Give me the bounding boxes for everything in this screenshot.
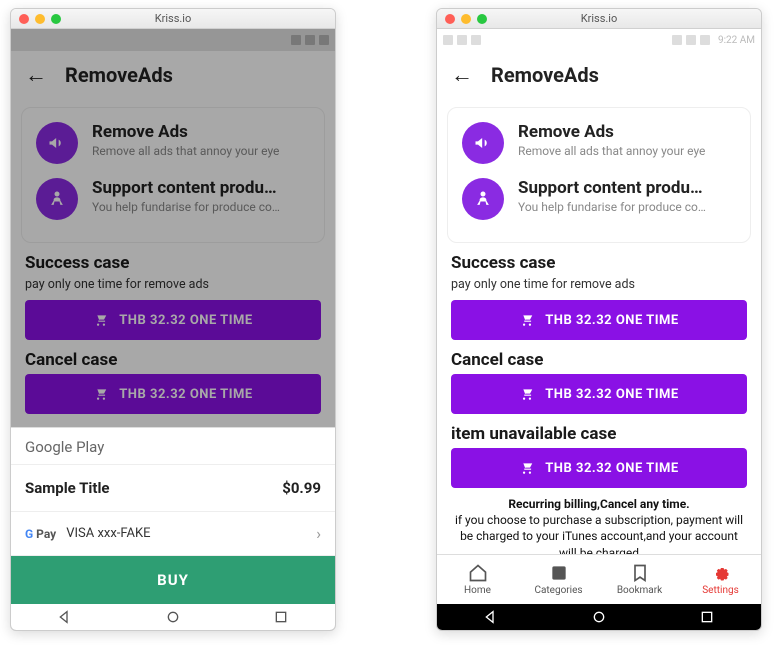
mac-titlebar: Kriss.io	[437, 9, 761, 29]
tab-categories[interactable]: Categories	[518, 555, 599, 604]
cart-icon	[519, 461, 535, 475]
android-home-icon[interactable]	[591, 609, 607, 625]
notification-icon	[457, 35, 467, 45]
purchase-button[interactable]: THB 32.32 ONE TIME	[451, 448, 747, 488]
notification-icon	[471, 35, 481, 45]
back-icon[interactable]: ←	[451, 62, 473, 88]
feature-title: Remove Ads	[518, 122, 705, 142]
mac-titlebar: Kriss.io	[11, 9, 335, 29]
phone-left: Kriss.io ← RemoveAds Remove Ads Remove a…	[10, 8, 336, 631]
appbar: ← RemoveAds	[437, 51, 761, 99]
android-statusbar: 9:22 AM	[437, 29, 761, 51]
notification-icon	[443, 35, 453, 45]
section-sub: pay only one time for remove ads	[451, 277, 747, 292]
tab-label: Settings	[702, 585, 739, 596]
bookmark-icon	[630, 563, 650, 583]
purchase-button[interactable]: THB 32.32 ONE TIME	[451, 300, 747, 340]
android-back-icon[interactable]	[57, 609, 73, 625]
android-recents-icon[interactable]	[699, 609, 715, 625]
android-navbar	[11, 604, 335, 630]
status-time: 9:22 AM	[718, 35, 755, 46]
section-cancel: Cancel case THB 32.32 ONE TIME	[437, 350, 761, 414]
android-home-icon[interactable]	[165, 609, 181, 625]
feature-sub: Remove all ads that annoy your eye	[518, 144, 705, 158]
battery-icon	[700, 35, 710, 45]
section-heading: Cancel case	[451, 350, 747, 370]
sheet-item-row: Sample Title $0.99	[11, 465, 335, 512]
chevron-right-icon: ›	[316, 524, 321, 543]
sheet-header: Google Play	[11, 428, 335, 465]
signal-icon	[686, 35, 696, 45]
payment-method-label: VISA xxx-FAKE	[66, 526, 150, 541]
cart-icon	[519, 387, 535, 401]
bottom-tabbar: Home Categories Bookmark Settings	[437, 554, 761, 604]
gear-icon	[711, 563, 731, 583]
content-scroll[interactable]: Remove Ads Remove all ads that annoy you…	[437, 99, 761, 554]
section-heading: item unavailable case	[451, 424, 747, 444]
home-icon	[468, 563, 488, 583]
section-unavailable: item unavailable case THB 32.32 ONE TIME	[437, 424, 761, 488]
tab-label: Categories	[534, 585, 582, 596]
feature-row: Support content produ… You help fundaris…	[462, 178, 736, 220]
tab-home[interactable]: Home	[437, 555, 518, 604]
item-price: $0.99	[282, 479, 321, 497]
android-recents-icon[interactable]	[273, 609, 289, 625]
feature-row: Remove Ads Remove all ads that annoy you…	[462, 122, 736, 164]
cart-icon	[519, 313, 535, 327]
page-title: RemoveAds	[491, 63, 599, 87]
wifi-icon	[672, 35, 682, 45]
window-title: Kriss.io	[11, 12, 335, 25]
feature-sub: You help fundarise for produce co…	[518, 200, 706, 214]
phone-right: Kriss.io 9:22 AM ← RemoveAds Remove Ads …	[436, 8, 762, 631]
item-title: Sample Title	[25, 479, 110, 497]
grid-icon	[549, 563, 569, 583]
payment-method-row[interactable]: G Pay VISA xxx-FAKE ›	[11, 512, 335, 556]
android-back-icon[interactable]	[483, 609, 499, 625]
section-success: Success case pay only one time for remov…	[437, 253, 761, 340]
buy-button[interactable]: BUY	[11, 556, 335, 604]
features-card: Remove Ads Remove all ads that annoy you…	[447, 107, 751, 243]
window-title: Kriss.io	[437, 12, 761, 25]
fineprint-bold: Recurring billing,Cancel any time.	[508, 497, 689, 511]
legal-fineprint: Recurring billing,Cancel any time. if yo…	[437, 492, 761, 554]
gpay-icon: G Pay	[25, 527, 56, 541]
feature-title: Support content produ…	[518, 178, 706, 198]
purchase-label: THB 32.32 ONE TIME	[545, 313, 679, 328]
android-navbar	[437, 604, 761, 630]
tab-label: Bookmark	[617, 585, 662, 596]
tab-label: Home	[464, 585, 491, 596]
fineprint-text: if you choose to purchase a subscription…	[455, 513, 743, 554]
purchase-button[interactable]: THB 32.32 ONE TIME	[451, 374, 747, 414]
tab-bookmark[interactable]: Bookmark	[599, 555, 680, 604]
google-play-sheet: Google Play Sample Title $0.99 G Pay VIS…	[11, 427, 335, 604]
megaphone-icon	[462, 122, 504, 164]
section-heading: Success case	[451, 253, 747, 273]
purchase-label: THB 32.32 ONE TIME	[545, 461, 679, 476]
tab-settings[interactable]: Settings	[680, 555, 761, 604]
person-icon	[462, 178, 504, 220]
purchase-label: THB 32.32 ONE TIME	[545, 387, 679, 402]
